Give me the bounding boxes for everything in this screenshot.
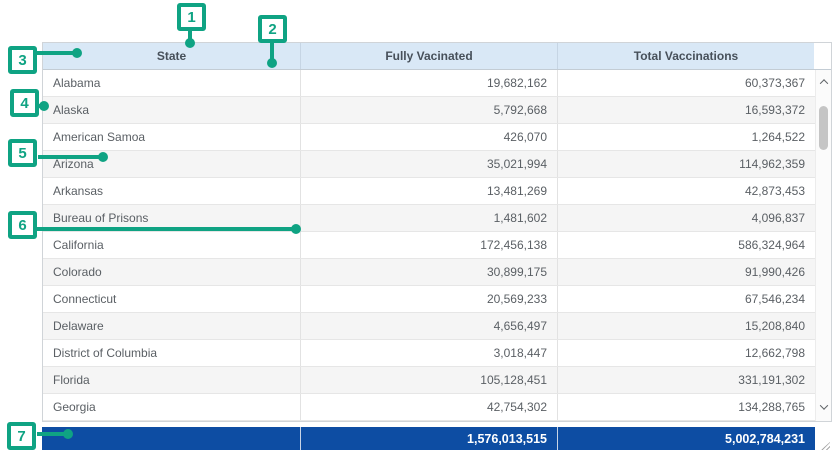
cell-state: Alaska (43, 97, 301, 123)
callout-7-line (37, 432, 65, 436)
callout-3-line (37, 51, 75, 55)
cell-fully-vacinated: 105,128,451 (301, 367, 558, 393)
callout-2-marker: 2 (258, 15, 287, 43)
cell-fully-vacinated: 13,481,269 (301, 178, 558, 204)
scrollbar-corner (815, 427, 832, 450)
page: State Fully Vacinated Total Vaccinations… (0, 0, 833, 453)
cell-total-vaccinations: 42,873,453 (558, 178, 815, 204)
cell-total-vaccinations: 134,288,765 (558, 394, 815, 420)
column-header-fully-vacinated[interactable]: Fully Vacinated (301, 43, 558, 69)
table-row[interactable]: Connecticut20,569,23367,546,234 (43, 286, 815, 313)
table-row[interactable]: Arkansas13,481,26942,873,453 (43, 178, 815, 205)
callout-6-line (36, 227, 294, 231)
callout-3-dot (72, 48, 82, 58)
cell-total-vaccinations: 1,264,522 (558, 124, 815, 150)
callout-5-dot (98, 152, 108, 162)
callout-1-dot (185, 38, 195, 48)
cell-total-vaccinations: 114,962,359 (558, 151, 815, 177)
table-row[interactable]: District of Columbia3,018,44712,662,798 (43, 340, 815, 367)
cell-total-vaccinations: 331,191,302 (558, 367, 815, 393)
cell-state: Florida (43, 367, 301, 393)
cell-state: Connecticut (43, 286, 301, 312)
callout-4-dot (39, 101, 49, 111)
callout-7-marker: 7 (7, 422, 36, 450)
table-row[interactable]: Colorado30,899,17591,990,426 (43, 259, 815, 286)
cell-fully-vacinated: 30,899,175 (301, 259, 558, 285)
cell-state: American Samoa (43, 124, 301, 150)
header-scrollbar-spacer (814, 43, 830, 69)
cell-fully-vacinated: 42,754,302 (301, 394, 558, 420)
cell-total-vaccinations: 12,662,798 (558, 340, 815, 366)
cell-state: Arkansas (43, 178, 301, 204)
cell-fully-vacinated: 20,569,233 (301, 286, 558, 312)
cell-state: Georgia (43, 394, 301, 420)
vertical-scrollbar[interactable] (815, 70, 831, 421)
chevron-up-icon (819, 79, 827, 87)
callout-4-marker: 4 (10, 89, 39, 117)
resize-grip-icon[interactable] (821, 442, 830, 450)
cell-state: District of Columbia (43, 340, 301, 366)
table-row[interactable]: Delaware4,656,49715,208,840 (43, 313, 815, 340)
table-row[interactable]: Florida105,128,451331,191,302 (43, 367, 815, 394)
callout-6-marker: 6 (8, 211, 37, 239)
table-row[interactable]: American Samoa426,0701,264,522 (43, 124, 815, 151)
column-header-total-vaccinations[interactable]: Total Vaccinations (558, 43, 814, 69)
cell-fully-vacinated: 3,018,447 (301, 340, 558, 366)
table-row[interactable]: Alaska5,792,66816,593,372 (43, 97, 815, 124)
cell-total-vaccinations: 586,324,964 (558, 232, 815, 258)
cell-total-vaccinations: 4,096,837 (558, 205, 815, 231)
callout-5-line (38, 155, 101, 159)
callout-7-dot (63, 429, 73, 439)
cell-state: California (43, 232, 301, 258)
cell-total-vaccinations: 15,208,840 (558, 313, 815, 339)
scroll-up-button[interactable] (816, 74, 831, 90)
cell-total-vaccinations: 16,593,372 (558, 97, 815, 123)
cell-fully-vacinated: 1,481,602 (301, 205, 558, 231)
total-state-cell (42, 427, 301, 450)
vaccinations-table: State Fully Vacinated Total Vaccinations… (42, 42, 832, 422)
cell-total-vaccinations: 60,373,367 (558, 70, 815, 96)
cell-state: Alabama (43, 70, 301, 96)
table-row[interactable]: Alabama19,682,16260,373,367 (43, 70, 815, 97)
cell-state: Colorado (43, 259, 301, 285)
chevron-down-icon (819, 401, 827, 409)
callout-1-marker: 1 (177, 3, 206, 31)
cell-fully-vacinated: 19,682,162 (301, 70, 558, 96)
cell-total-vaccinations: 67,546,234 (558, 286, 815, 312)
callout-6-dot (291, 224, 301, 234)
cell-fully-vacinated: 172,456,138 (301, 232, 558, 258)
cell-fully-vacinated: 35,021,994 (301, 151, 558, 177)
callout-5-marker: 5 (8, 139, 37, 167)
total-total-vaccinations: 5,002,784,231 (558, 427, 815, 450)
column-header-state[interactable]: State (43, 43, 301, 69)
scroll-down-button[interactable] (816, 399, 831, 415)
cell-fully-vacinated: 426,070 (301, 124, 558, 150)
table-row[interactable]: Georgia42,754,302134,288,765 (43, 394, 815, 421)
total-fully-vacinated: 1,576,013,515 (301, 427, 558, 450)
table-body: Alabama19,682,16260,373,367Alaska5,792,6… (43, 70, 815, 421)
callout-2-dot (267, 58, 277, 68)
cell-total-vaccinations: 91,990,426 (558, 259, 815, 285)
table-row[interactable]: Arizona35,021,994114,962,359 (43, 151, 815, 178)
cell-fully-vacinated: 5,792,668 (301, 97, 558, 123)
table-header-row: State Fully Vacinated Total Vaccinations (43, 43, 831, 70)
cell-fully-vacinated: 4,656,497 (301, 313, 558, 339)
scrollbar-thumb[interactable] (819, 106, 828, 150)
total-row: 1,576,013,515 5,002,784,231 (42, 427, 832, 450)
callout-3-marker: 3 (8, 46, 37, 74)
cell-state: Delaware (43, 313, 301, 339)
table-row[interactable]: California172,456,138586,324,964 (43, 232, 815, 259)
